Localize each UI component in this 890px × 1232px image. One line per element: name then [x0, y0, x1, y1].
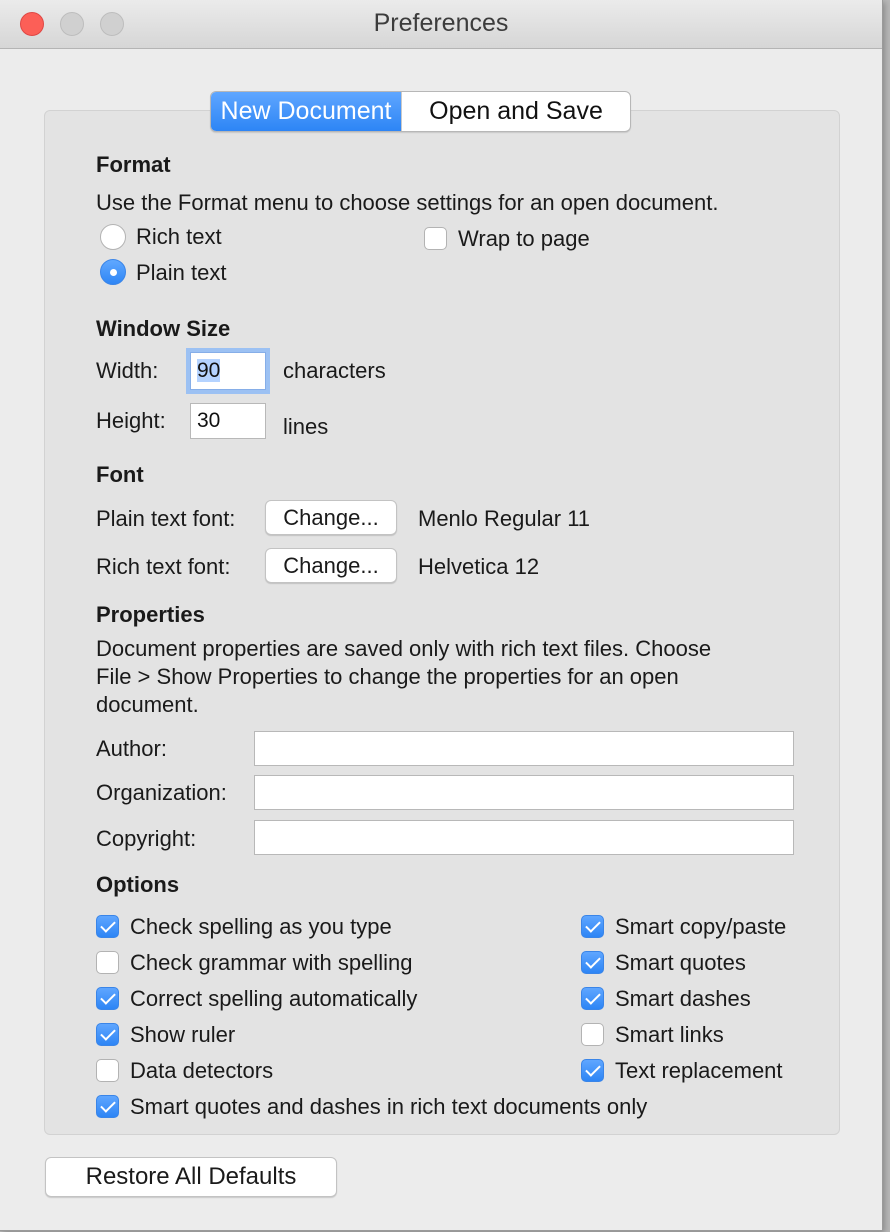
title-bar[interactable]: Preferences	[0, 0, 882, 49]
smart-links-label[interactable]: Smart links	[615, 1022, 724, 1048]
height-input[interactable]: 30	[190, 403, 266, 439]
text-replacement-label[interactable]: Text replacement	[615, 1058, 783, 1084]
tab-bar: New Document Open and Save	[210, 91, 631, 132]
smart-quotes-rich-only-label[interactable]: Smart quotes and dashes in rich text doc…	[130, 1094, 647, 1120]
rich-text-font-value: Helvetica 12	[418, 554, 540, 579]
height-unit: lines	[283, 414, 329, 439]
smart-links-checkbox[interactable]	[581, 1023, 604, 1046]
width-value: 90	[197, 359, 221, 382]
rich-text-radio[interactable]	[100, 224, 126, 250]
window-title: Preferences	[373, 9, 509, 37]
plain-text-font-label: Plain text font:	[96, 506, 236, 531]
check-spelling-checkbox[interactable]	[96, 915, 119, 938]
height-value: 30	[197, 409, 221, 432]
properties-heading: Properties	[96, 602, 205, 627]
data-detectors-label[interactable]: Data detectors	[130, 1058, 273, 1084]
correct-spelling-checkbox[interactable]	[96, 987, 119, 1010]
smart-quotes-label[interactable]: Smart quotes	[615, 950, 746, 976]
rich-text-font-label: Rich text font:	[96, 554, 231, 579]
show-ruler-checkbox[interactable]	[96, 1023, 119, 1046]
plain-text-font-value: Menlo Regular 11	[418, 506, 591, 531]
smart-quotes-rich-only-checkbox[interactable]	[96, 1095, 119, 1118]
width-label: Width:	[96, 358, 159, 383]
data-detectors-checkbox[interactable]	[96, 1059, 119, 1082]
height-label: Height:	[96, 408, 166, 433]
properties-description-line3: document.	[96, 692, 199, 717]
change-plain-font-button[interactable]: Change...	[265, 500, 397, 535]
copyright-label: Copyright:	[96, 826, 197, 851]
font-heading: Font	[96, 462, 144, 487]
smart-dashes-label[interactable]: Smart dashes	[615, 986, 751, 1012]
copyright-input[interactable]	[254, 820, 794, 855]
window-size-heading: Window Size	[96, 316, 231, 341]
tab-new-document[interactable]: New Document	[211, 92, 401, 131]
check-grammar-checkbox[interactable]	[96, 951, 119, 974]
plain-text-radio[interactable]	[100, 259, 126, 285]
smart-copy-paste-checkbox[interactable]	[581, 915, 604, 938]
text-replacement-checkbox[interactable]	[581, 1059, 604, 1082]
organization-label: Organization:	[96, 780, 227, 805]
smart-quotes-checkbox[interactable]	[581, 951, 604, 974]
preferences-window: Preferences New Document Open and Save F…	[0, 0, 883, 1231]
wrap-to-page-checkbox[interactable]	[424, 227, 447, 250]
tab-open-and-save[interactable]: Open and Save	[401, 92, 630, 131]
properties-description-line2: File > Show Properties to change the pro…	[96, 664, 679, 689]
plain-text-label[interactable]: Plain text	[136, 260, 227, 286]
check-grammar-label[interactable]: Check grammar with spelling	[130, 950, 412, 976]
options-heading: Options	[96, 872, 180, 897]
format-description: Use the Format menu to choose settings f…	[96, 190, 719, 215]
format-heading: Format	[96, 152, 171, 177]
rich-text-label[interactable]: Rich text	[136, 224, 222, 250]
organization-input[interactable]	[254, 775, 794, 810]
properties-description-line1: Document properties are saved only with …	[96, 636, 712, 661]
smart-copy-paste-label[interactable]: Smart copy/paste	[615, 914, 786, 940]
change-rich-font-button[interactable]: Change...	[265, 548, 397, 583]
restore-all-defaults-button[interactable]: Restore All Defaults	[45, 1157, 337, 1197]
show-ruler-label[interactable]: Show ruler	[130, 1022, 235, 1048]
width-input[interactable]: 90	[190, 352, 266, 390]
wrap-to-page-label[interactable]: Wrap to page	[458, 226, 590, 252]
author-label: Author:	[96, 736, 167, 761]
author-input[interactable]	[254, 731, 794, 766]
width-unit: characters	[283, 358, 386, 383]
correct-spelling-label[interactable]: Correct spelling automatically	[130, 986, 417, 1012]
check-spelling-label[interactable]: Check spelling as you type	[130, 914, 392, 940]
smart-dashes-checkbox[interactable]	[581, 987, 604, 1010]
